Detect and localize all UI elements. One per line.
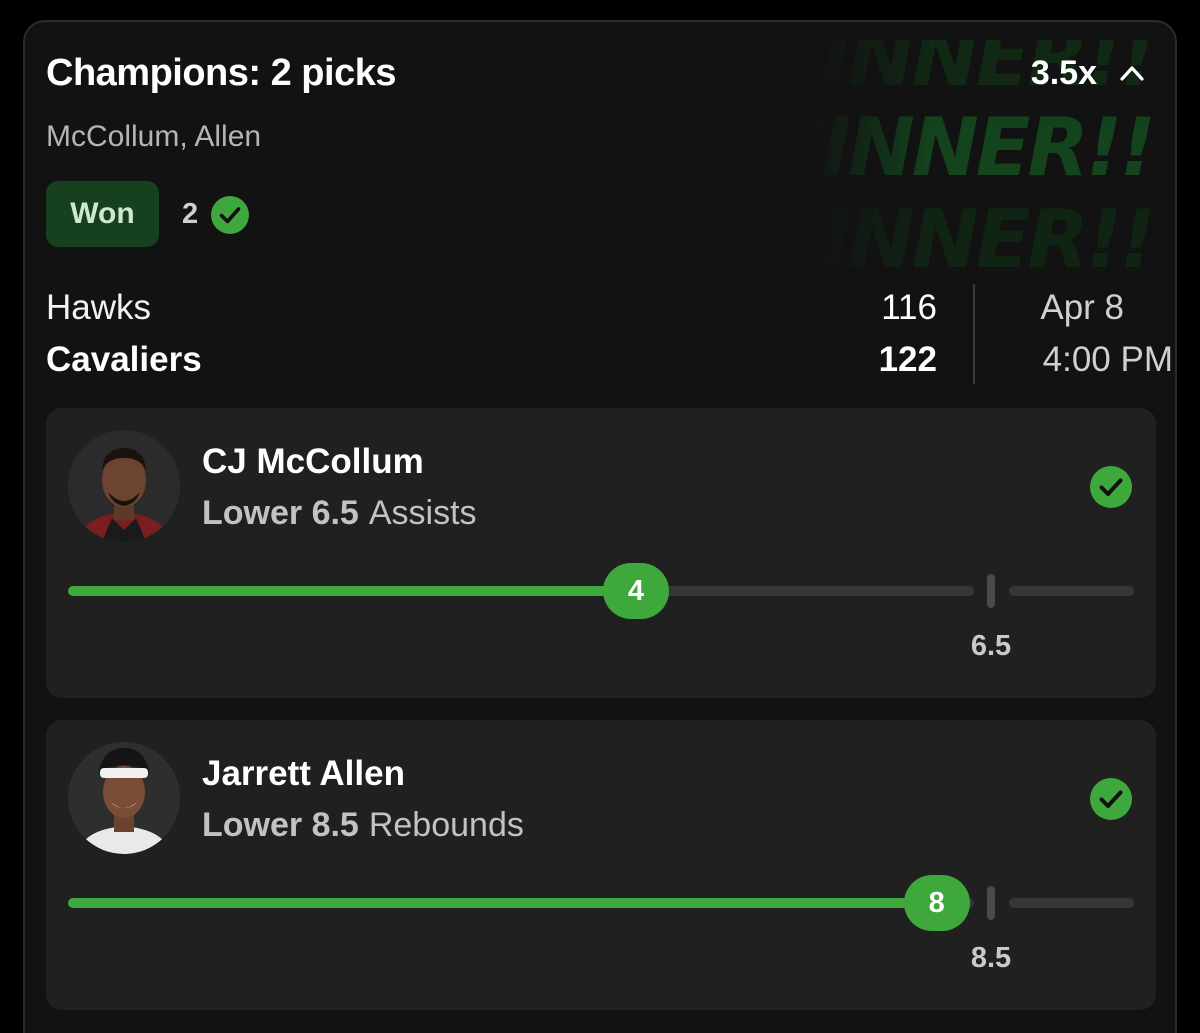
status-badge: Won bbox=[46, 181, 159, 247]
game-time: 4:00 PM bbox=[1042, 340, 1173, 379]
line-marker bbox=[987, 574, 995, 608]
win-count: 2 bbox=[182, 198, 199, 230]
entry-players: McCollum, Allen bbox=[46, 120, 262, 153]
actual-value-pill: 4 bbox=[603, 563, 669, 619]
entry-title: Champions: 2 picks bbox=[46, 52, 396, 94]
player-name: CJ McCollum bbox=[202, 442, 424, 481]
player-name: Jarrett Allen bbox=[202, 754, 405, 793]
chevron-up-icon[interactable] bbox=[1119, 64, 1145, 82]
entry-card: WINNER!! WINNER!! WINNER!! Champions: 2 … bbox=[23, 20, 1177, 1033]
divider bbox=[973, 284, 975, 384]
line-marker bbox=[987, 886, 995, 920]
player-avatar bbox=[68, 742, 180, 854]
check-circle-icon bbox=[211, 196, 249, 234]
score-away: 116 bbox=[881, 288, 937, 327]
pick-stat: Rebounds bbox=[368, 806, 524, 844]
payout-multiplier: 3.5x bbox=[1030, 54, 1097, 92]
progress-fill bbox=[68, 898, 937, 908]
game-date: Apr 8 bbox=[1040, 288, 1124, 327]
actual-value-pill: 8 bbox=[903, 875, 970, 931]
watermark-text: WINNER!! bbox=[813, 193, 1153, 271]
winner-watermark: WINNER!! WINNER!! WINNER!! bbox=[813, 40, 1153, 270]
progress-track bbox=[1009, 898, 1134, 908]
team-away: Hawks bbox=[46, 288, 152, 327]
pick-direction: Lower 6.5 bbox=[202, 494, 359, 532]
check-circle-icon bbox=[1090, 466, 1132, 508]
team-home: Cavaliers bbox=[46, 340, 202, 379]
check-circle-icon bbox=[1090, 778, 1132, 820]
pick-projection: Lower 6.5 Assists bbox=[202, 494, 477, 533]
watermark-text: WINNER!! bbox=[813, 101, 1153, 194]
player-headshot-icon bbox=[68, 742, 180, 854]
pick-card[interactable]: CJ McCollum Lower 6.5 Assists 4 6.5 bbox=[46, 408, 1156, 698]
progress-fill bbox=[68, 586, 636, 596]
pick-stat: Assists bbox=[368, 494, 477, 532]
line-label: 8.5 bbox=[970, 942, 1012, 974]
pick-card[interactable]: Jarrett Allen Lower 8.5 Rebounds 8 8.5 bbox=[46, 720, 1156, 1010]
score-home: 122 bbox=[878, 340, 937, 379]
player-avatar bbox=[68, 430, 180, 542]
pick-direction: Lower 8.5 bbox=[202, 806, 359, 844]
line-label: 6.5 bbox=[970, 630, 1012, 662]
progress-track bbox=[1009, 586, 1134, 596]
watermark-text: WINNER!! bbox=[813, 40, 1153, 104]
pick-projection: Lower 8.5 Rebounds bbox=[202, 806, 524, 845]
player-headshot-icon bbox=[68, 430, 180, 542]
